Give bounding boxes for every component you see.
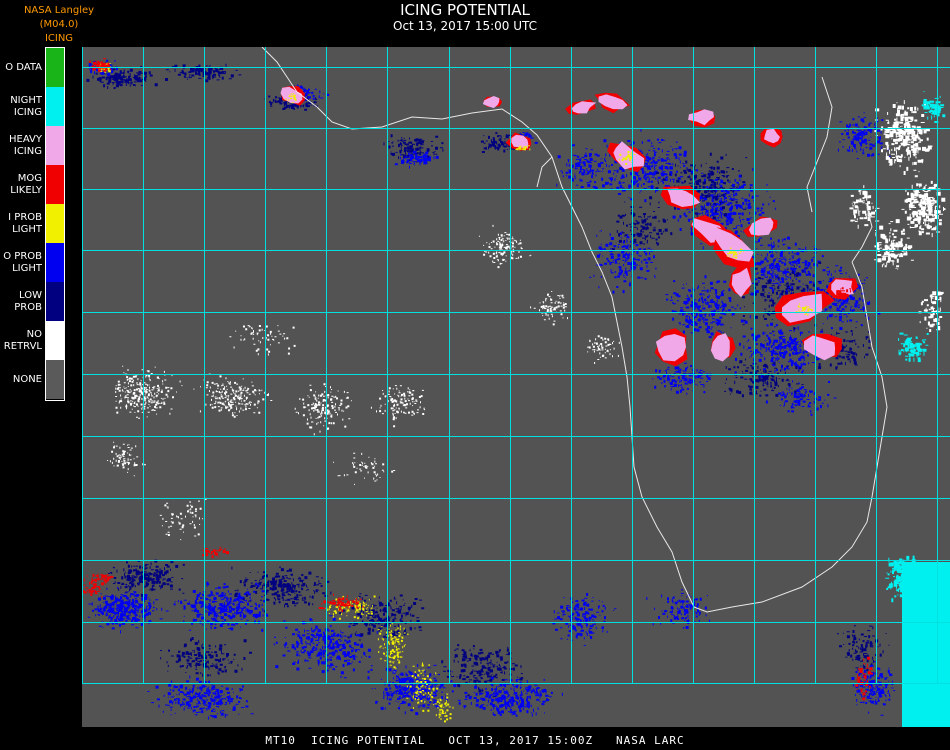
no-retrieval-scatter (333, 452, 396, 485)
low-prob-scatter (160, 637, 252, 677)
legend-item-label: O DATA (0, 48, 42, 87)
legend-item: NO RETRVL (0, 321, 66, 360)
no-retrieval-scatter (874, 221, 914, 270)
no-retrieval-scatter (895, 175, 946, 238)
legend-item-swatch (46, 282, 64, 321)
low-prob-scatter (231, 566, 332, 613)
no-retrieval-scatter (849, 185, 880, 229)
mog-likely-scatter (82, 573, 105, 598)
light-icing-scatter (165, 581, 269, 632)
legend-item-swatch (46, 321, 64, 360)
light-icing-scatter (556, 144, 607, 188)
legend-item-line: RETRVL (3, 340, 42, 352)
light-icing-scatter (87, 585, 163, 634)
night-icing-band (902, 562, 950, 727)
heavy-icing-blob (748, 217, 774, 236)
product-label: ICING (44, 33, 74, 44)
legend-item-swatch (46, 360, 64, 399)
legend-item: I PROB LIGHT (0, 204, 66, 243)
no-retrieval-scatter (159, 497, 207, 541)
datetime-label: Oct 13, 2017 15:00 UTC (393, 19, 537, 33)
night-icing-scatter (921, 91, 946, 123)
coastline (536, 156, 553, 188)
legend-item-label: O PROB LIGHT (0, 243, 42, 282)
legend-item-line: LIGHT (12, 262, 42, 274)
title-block: ICING POTENTIAL Oct 13, 2017 15:00 UTC (330, 1, 600, 34)
color-legend: O DATA NIGHT ICING HEAVY ICING MOG LIKELY I PRO… (0, 47, 66, 401)
legend-item: HEAVY ICING (0, 126, 66, 165)
legend-item-line: LIKELY (10, 184, 42, 196)
no-retrieval-scatter (294, 383, 352, 436)
icing-map (82, 47, 950, 727)
icing-blob-layer (88, 58, 950, 727)
legend-item: NONE (0, 360, 66, 399)
legend-item-line: ICING (13, 106, 42, 118)
legend-item: O PROB LIGHT (0, 243, 66, 282)
no-retrieval-scatter (370, 385, 426, 428)
no-retrieval-scatter (229, 325, 296, 356)
legend-item-line: LOW (19, 289, 42, 301)
legend-item-swatch (46, 48, 64, 87)
no-retrieval-scatter (587, 335, 620, 364)
legend-item-line: ICING (13, 145, 42, 157)
no-retrieval-scatter (918, 291, 944, 332)
legend-item-label: HEAVY ICING (0, 126, 42, 165)
legend-item-label: NO RETRVL (0, 321, 42, 360)
legend-item-line: NONE (12, 373, 42, 385)
no-retrieval-scatter (478, 224, 532, 269)
light-icing-scatter (552, 593, 617, 646)
light-icing-scatter (589, 230, 657, 294)
legend-item-swatch (46, 243, 64, 282)
legend-item-label: LOW PROB (0, 282, 42, 321)
legend-item-swatch (46, 126, 64, 165)
heavy-icing-blob (710, 333, 730, 362)
provider-header: NASA Langley (M04.0) ICING (4, 4, 114, 46)
mog-likely-scatter (202, 546, 229, 559)
light-icing-scatter (147, 675, 254, 720)
legend-item-swatch (46, 165, 64, 204)
night-icing-scatter (898, 332, 929, 363)
no-retrieval-scatter (107, 441, 146, 477)
no-retrieval-scatter (193, 373, 273, 418)
low-prob-scatter (611, 201, 673, 252)
legend-item-line: MOG (17, 172, 42, 184)
legend-item-label: NONE (0, 360, 42, 399)
legend-item-line: I PROB (8, 211, 42, 223)
provider-label: NASA Langley (M04.0) (23, 5, 95, 30)
low-prob-scatter (649, 152, 751, 220)
low-prob-scatter (165, 63, 242, 83)
legend-item-line: O PROB (3, 250, 42, 262)
no-retrieval-scatter (530, 291, 568, 326)
legend-item: LOW PROB (0, 282, 66, 321)
legend-item-swatch (46, 204, 64, 243)
light-icing-scatter (367, 662, 457, 716)
legend-item-line: PROB (14, 301, 42, 313)
map-canvas (82, 47, 950, 727)
no-retrieval-scatter (874, 100, 933, 175)
light-icing-scatter (652, 359, 712, 395)
probable-light-scatter (325, 595, 376, 620)
legend-item-line: O DATA (5, 61, 42, 73)
light-icing-scatter (273, 615, 378, 679)
light-icing-scatter (851, 661, 896, 716)
legend-item-swatch (46, 87, 64, 126)
low-prob-scatter (836, 625, 890, 672)
legend-item-line: NO (26, 328, 42, 340)
legend-item-label: MOG LIKELY (0, 165, 42, 204)
legend-item: NIGHT ICING (0, 87, 66, 126)
legend-item-line: LIGHT (12, 223, 42, 235)
no-retrieval-scatter (115, 365, 183, 419)
legend-item-label: NIGHT ICING (0, 87, 42, 126)
page-title: ICING POTENTIAL (400, 1, 530, 19)
footer-caption: MT10 ICING POTENTIAL OCT 13, 2017 15:00Z… (265, 734, 685, 747)
legend-item: MOG LIKELY (0, 165, 66, 204)
legend-item: O DATA (0, 48, 66, 87)
legend-item-label: I PROB LIGHT (0, 204, 42, 243)
legend-item-line: HEAVY (9, 133, 42, 145)
legend-item-line: NIGHT (10, 94, 42, 106)
coastline (806, 76, 833, 213)
icing-potential-screen: NASA Langley (M04.0) ICING ICING POTENTI… (0, 0, 950, 750)
low-prob-scatter (106, 559, 185, 597)
